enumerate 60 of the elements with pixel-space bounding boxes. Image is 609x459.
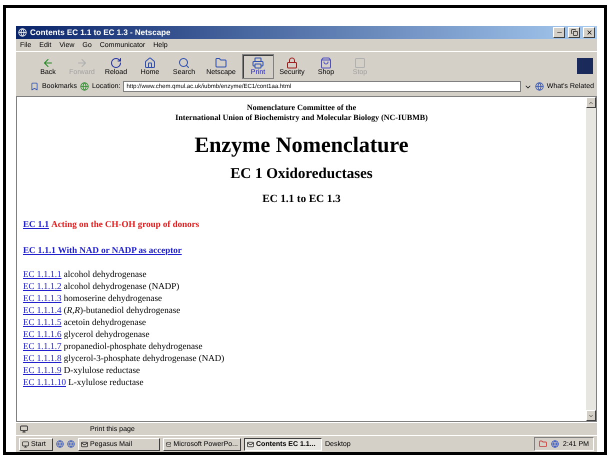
entry-link[interactable]: EC 1.1.1.5 — [23, 316, 62, 327]
entry-link[interactable]: EC 1.1.1.1 — [23, 268, 62, 279]
enzyme-name: D-xylulose reductase — [64, 364, 140, 375]
scrollbar[interactable] — [586, 97, 596, 421]
tray-icon[interactable] — [538, 440, 547, 448]
padlock-icon — [286, 56, 298, 68]
committee-heading: International Union of Biochemistry and Molecular Biology (NC-IUBMB) — [174, 112, 429, 122]
range-heading: EC 1.1 to EC 1.3 — [261, 192, 342, 206]
entry-link[interactable]: EC 1.1.1.8 — [23, 352, 62, 363]
enzyme-name: propanediol-phosphate dehydrogenase — [64, 340, 202, 351]
entry-link[interactable]: EC 1.1.1.9 — [23, 364, 62, 375]
envelope-icon — [166, 440, 172, 448]
quick-launch-icon[interactable] — [67, 440, 75, 448]
enzyme-name: acetoin dehydrogenase — [64, 316, 146, 327]
close-button[interactable] — [583, 27, 595, 38]
bookmark-icon — [30, 82, 39, 91]
back-arrow-icon — [42, 56, 54, 68]
globe-icon — [534, 82, 544, 91]
page-subtitle: EC 1 Oxidoreductases — [229, 164, 374, 183]
entry-link[interactable]: EC 1.1.1.6 — [23, 328, 62, 339]
quick-launch-icon[interactable] — [56, 440, 64, 448]
committee-heading: Nomenclature Committee of the — [246, 103, 358, 113]
restore-button[interactable] — [568, 27, 580, 38]
logo-icon — [577, 58, 593, 74]
forward-arrow-icon — [76, 56, 88, 68]
tray-icon[interactable] — [550, 440, 559, 448]
subsection-link[interactable]: EC 1.1.1 With NAD or NADP as acceptor — [23, 244, 182, 255]
scroll-down-icon[interactable] — [588, 412, 594, 418]
scroll-up-icon[interactable] — [588, 100, 594, 106]
enzyme-name: L-xylulose reductase — [68, 376, 144, 387]
entry-link[interactable]: EC 1.1.1.7 — [23, 340, 62, 351]
enzyme-name: glycerol dehydrogenase — [64, 328, 150, 339]
page-title: Enzyme Nomenclature — [193, 132, 410, 159]
restore-icon — [570, 29, 578, 36]
enzyme-name: alcohol dehydrogenase (NADP) — [64, 280, 180, 291]
minimize-button[interactable] — [553, 27, 565, 38]
close-icon — [586, 29, 592, 36]
house-icon — [144, 56, 156, 68]
search-icon — [178, 56, 190, 68]
entry-link[interactable]: EC 1.1.1.10 — [23, 376, 66, 387]
enzyme-name: alcohol dehydrogenase — [64, 268, 146, 279]
reload-icon — [110, 56, 122, 68]
folder-icon — [215, 56, 227, 68]
enzyme-name: (R,R)-butanediol dehydrogenase — [64, 304, 180, 315]
envelope-icon — [81, 440, 88, 448]
window-title: Contents EC 1.1 to EC 1.3 - Netscape — [30, 28, 172, 37]
location-icon — [80, 82, 90, 91]
enzyme-name: homoserine dehydrogenase — [64, 292, 162, 303]
app-icon — [18, 28, 27, 37]
section-link[interactable]: EC 1.1 — [23, 218, 50, 229]
printer-icon — [252, 56, 264, 68]
stop-icon — [354, 56, 366, 68]
entry-link[interactable]: EC 1.1.1.2 — [23, 280, 62, 291]
envelope-icon — [247, 440, 254, 448]
enzyme-name: glycerol-3-phosphate dehydrogenase (NAD) — [64, 352, 224, 363]
entry-link[interactable]: EC 1.1.1.4 — [23, 304, 62, 315]
section-title: Acting on the CH-OH group of donors — [51, 218, 200, 229]
bag-icon — [320, 56, 332, 68]
minimize-icon — [556, 29, 562, 36]
entry-link[interactable]: EC 1.1.1.3 — [23, 292, 62, 303]
